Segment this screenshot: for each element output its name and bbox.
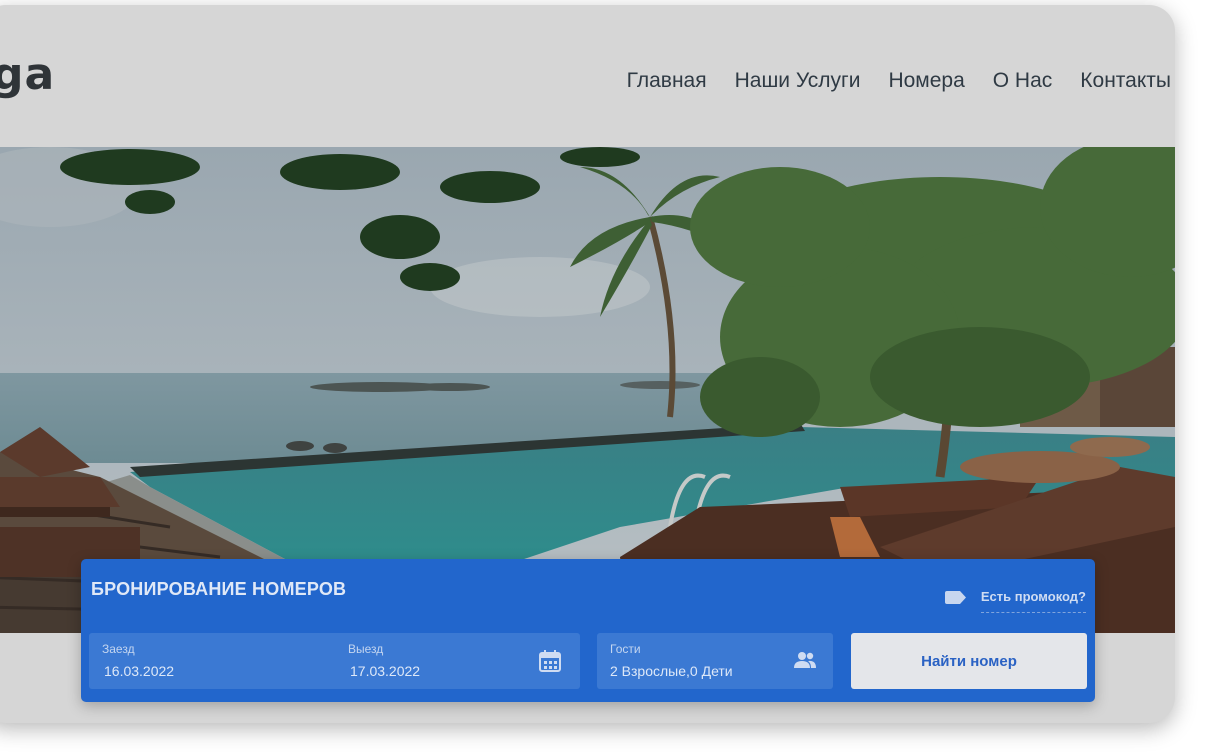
guests-field[interactable]: Гости 2 Взрослые,0 Дети	[597, 633, 833, 689]
nav-contacts[interactable]: Контакты	[1080, 67, 1171, 95]
booking-title: БРОНИРОВАНИЕ НОМЕРОВ	[91, 579, 347, 599]
guests-label: Гости	[610, 642, 641, 656]
nav-services[interactable]: Наши Услуги	[735, 67, 861, 95]
nav-home[interactable]: Главная	[627, 67, 707, 95]
promo-link[interactable]: Есть промокод?	[944, 581, 1086, 613]
checkout-value[interactable]: 17.03.2022	[350, 663, 420, 679]
booking-panel: БРОНИРОВАНИЕ НОМЕРОВ Есть промокод? Заез…	[81, 559, 1095, 702]
promo-text[interactable]: Есть промокод?	[980, 589, 1086, 613]
logo[interactable]: ga	[0, 53, 55, 97]
find-room-button[interactable]: Найти номер	[851, 633, 1087, 689]
checkout-label: Выезд	[348, 642, 384, 656]
browser-frame: ga Главная Наши Услуги Номера О Нас Конт…	[0, 5, 1175, 723]
tag-icon	[944, 590, 967, 604]
guests-value[interactable]: 2 Взрослые,0 Дети	[610, 663, 733, 679]
checkin-label: Заезд	[102, 642, 135, 656]
main-nav: Главная Наши Услуги Номера О Нас Контакт…	[627, 67, 1171, 95]
nav-about[interactable]: О Нас	[993, 67, 1053, 95]
users-icon	[793, 651, 817, 674]
checkin-value[interactable]: 16.03.2022	[104, 663, 174, 679]
calendar-icon[interactable]	[539, 650, 561, 677]
dates-field[interactable]: Заезд 16.03.2022 Выезд 17.03.2022	[89, 633, 580, 689]
nav-rooms[interactable]: Номера	[888, 67, 964, 95]
